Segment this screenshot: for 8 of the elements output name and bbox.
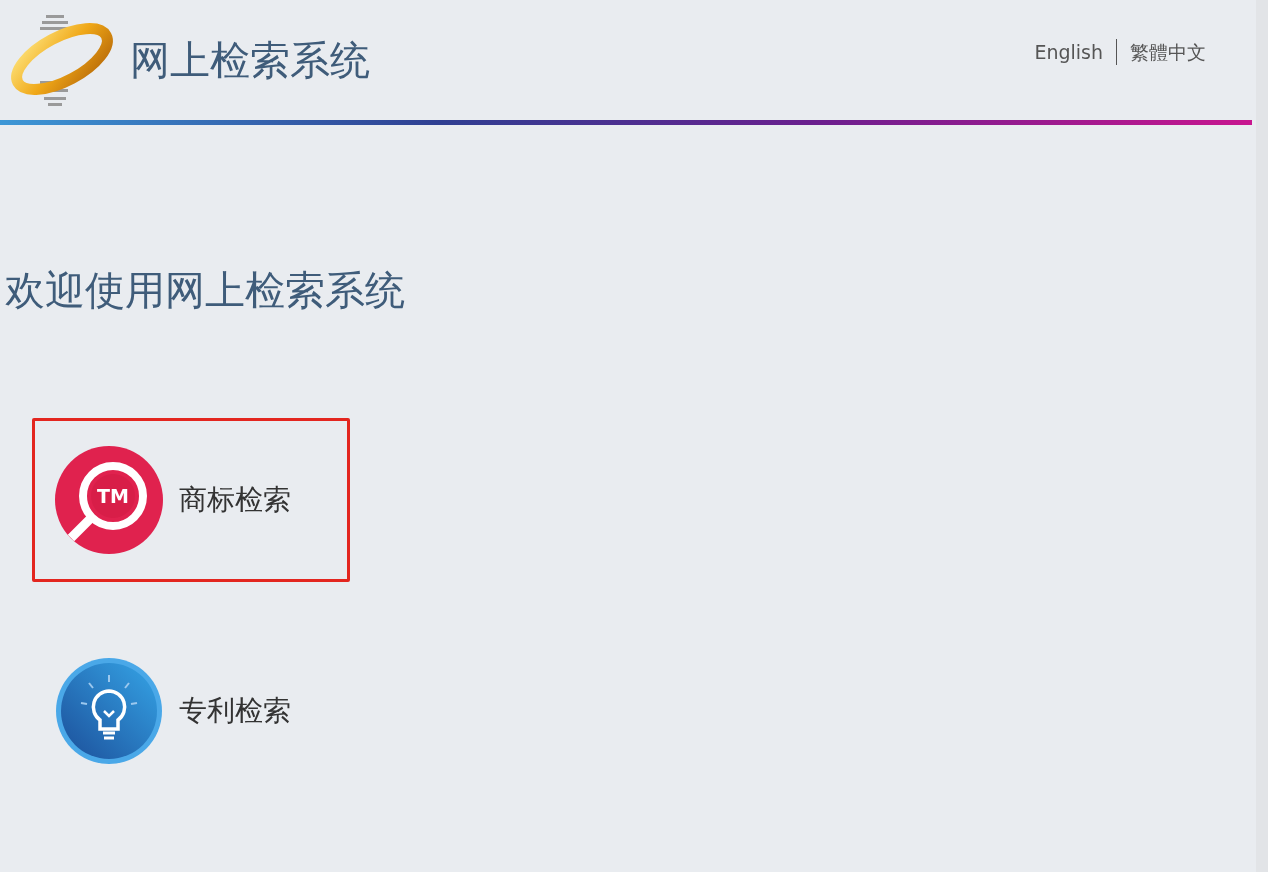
service-link[interactable]: 专利检索 — [32, 629, 350, 793]
service-link[interactable]: TM 商标检索 — [32, 418, 350, 582]
lightbulb-icon — [55, 657, 163, 765]
site-title: 网上检索系统 — [130, 36, 370, 85]
trademark-search-icon: TM — [55, 446, 163, 554]
language-link[interactable]: 繁體中文 — [1130, 38, 1206, 67]
welcome-heading: 欢迎使用网上检索系统 — [5, 266, 406, 315]
language-link[interactable]: English — [1034, 38, 1103, 67]
